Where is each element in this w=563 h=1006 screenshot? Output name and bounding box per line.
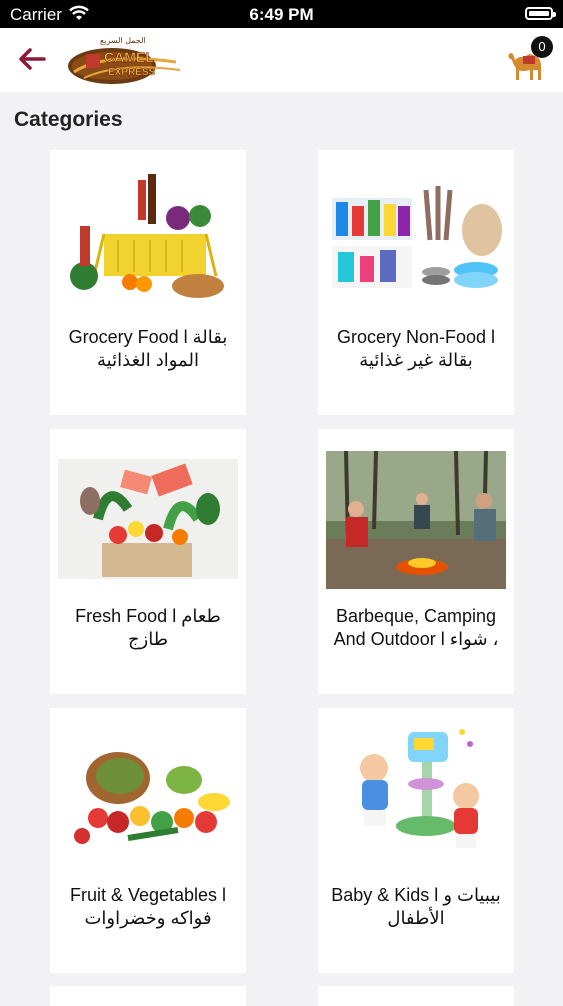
page-title: Categories (14, 108, 123, 131)
cart-button[interactable]: 0 (505, 34, 555, 84)
category-label: Fruit & Vegetables l فواكه وخضراوات (69, 885, 227, 928)
baby-kids-image (326, 718, 506, 868)
category-label: Barbeque, Camping And Outdoor l شواء ، (333, 606, 499, 649)
category-label: Grocery Non-Food l بقالة غير غذائية (336, 327, 496, 370)
category-label: Fresh Food l طعام طازج (75, 606, 221, 649)
logo-main-text: CAMEL (104, 49, 154, 65)
fresh-food-image (58, 439, 238, 589)
status-bar: Carrier 6:49 PM (0, 0, 563, 28)
category-label: Grocery Food l بقالة المواد الغذائية (68, 327, 228, 370)
category-card-fresh-food[interactable]: Fresh Food l طعام طازج (50, 429, 246, 694)
camel-express-logo: الجمل السريع CAMEL EXPRESS (64, 32, 182, 88)
battery-icon (525, 7, 556, 20)
category-card-next[interactable] (318, 986, 514, 1006)
category-card-barbeque-camping[interactable]: Barbeque, Camping And Outdoor l شواء ، (318, 429, 514, 694)
category-card-fruit-vegetables[interactable]: Fruit & Vegetables l فواكه وخضراوات (50, 708, 246, 973)
category-card-baby-kids[interactable]: Baby & Kids l بيبيات و الأطفال (318, 708, 514, 973)
category-card-grocery-food[interactable]: Grocery Food l بقالة المواد الغذائية (50, 150, 246, 415)
nav-bar: الجمل السريع CAMEL EXPRESS 0 (0, 28, 563, 92)
grocery-non-food-image (326, 160, 506, 310)
logo-arabic-text: الجمل السريع (100, 36, 146, 45)
camping-image (326, 439, 506, 589)
category-label: Baby & Kids l بيبيات و الأطفال (331, 885, 501, 928)
logo-sub-text: EXPRESS (108, 67, 156, 78)
category-card-grocery-non-food[interactable]: Grocery Non-Food l بقالة غير غذائية (318, 150, 514, 415)
cart-count-badge: 0 (531, 36, 553, 58)
status-time: 6:49 PM (249, 5, 314, 24)
fruit-vegetables-image (58, 718, 238, 868)
category-card-next[interactable] (50, 986, 246, 1006)
back-arrow-icon[interactable] (14, 44, 50, 74)
grocery-food-image (58, 160, 238, 310)
